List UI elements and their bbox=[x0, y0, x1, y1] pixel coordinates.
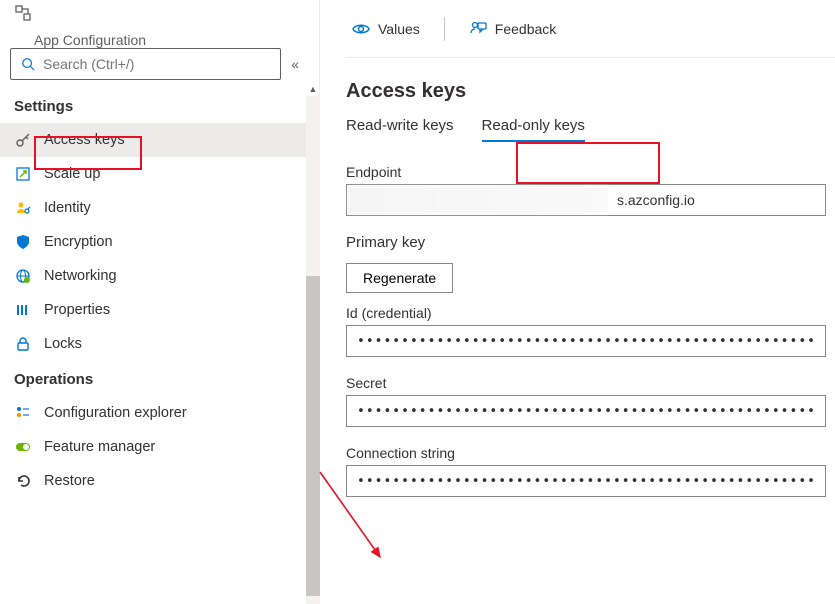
sidebar-item-label: Properties bbox=[44, 302, 110, 318]
scrollbar-thumb[interactable] bbox=[306, 276, 320, 596]
feature-icon bbox=[14, 438, 32, 456]
sidebar-item-encryption[interactable]: Encryption bbox=[0, 225, 319, 259]
restore-icon bbox=[14, 472, 32, 490]
toolbar-feedback[interactable]: Feedback bbox=[463, 16, 562, 42]
endpoint-label: Endpoint bbox=[346, 164, 835, 180]
primary-key-label: Primary key bbox=[346, 234, 835, 251]
resource-header bbox=[0, 0, 319, 32]
masked-value: ••••••••••••••••••••••••••••••••••••••••… bbox=[357, 334, 815, 349]
sidebar-item-label: Restore bbox=[44, 473, 95, 489]
resource-type: App Configuration bbox=[34, 32, 319, 48]
scale-icon bbox=[14, 165, 32, 183]
secret-label: Secret bbox=[346, 375, 835, 391]
endpoint-suffix: s.azconfig.io bbox=[617, 192, 695, 208]
search-input[interactable] bbox=[43, 56, 272, 72]
sidebar-item-restore[interactable]: Restore bbox=[0, 464, 319, 498]
key-icon bbox=[14, 131, 32, 149]
sidebar-item-label: Identity bbox=[44, 200, 91, 216]
sidebar-item-feature-manager[interactable]: Feature manager bbox=[0, 430, 319, 464]
masked-value: ••••••••••••••••••••••••••••••••••••••••… bbox=[357, 474, 815, 489]
key-tabs: Read-write keys Read-only keys bbox=[346, 117, 835, 142]
properties-icon bbox=[14, 301, 32, 319]
toolbar-label: Values bbox=[378, 21, 420, 37]
sidebar-item-config-explorer[interactable]: Configuration explorer bbox=[0, 396, 319, 430]
shield-icon bbox=[14, 233, 32, 251]
feedback-icon bbox=[469, 20, 487, 38]
scrollbar-track[interactable] bbox=[306, 96, 320, 604]
id-label: Id (credential) bbox=[346, 305, 835, 321]
sidebar-item-label: Scale up bbox=[44, 166, 100, 182]
settings-menu: Access keys Scale up Identity Encryption… bbox=[0, 123, 319, 361]
sidebar-item-identity[interactable]: Identity bbox=[0, 191, 319, 225]
toolbar-label: Feedback bbox=[495, 21, 556, 37]
app-config-icon bbox=[14, 4, 32, 22]
identity-icon bbox=[14, 199, 32, 217]
tab-read-write-keys[interactable]: Read-write keys bbox=[346, 117, 454, 142]
tab-read-only-keys[interactable]: Read-only keys bbox=[482, 117, 585, 142]
sidebar-item-properties[interactable]: Properties bbox=[0, 293, 319, 327]
command-bar: Values Feedback bbox=[346, 0, 835, 58]
toolbar-values[interactable]: Values bbox=[346, 16, 426, 42]
sidebar-item-label: Access keys bbox=[44, 132, 125, 148]
sidebar-item-label: Locks bbox=[44, 336, 82, 352]
redacted-region bbox=[348, 186, 608, 214]
conn-label: Connection string bbox=[346, 445, 835, 461]
sidebar-item-label: Networking bbox=[44, 268, 117, 284]
config-icon bbox=[14, 404, 32, 422]
sidebar-item-label: Feature manager bbox=[44, 439, 155, 455]
conn-value[interactable]: ••••••••••••••••••••••••••••••••••••••••… bbox=[346, 465, 826, 497]
search-icon bbox=[19, 55, 37, 73]
scroll-up-arrow[interactable]: ▲ bbox=[306, 82, 320, 96]
collapse-sidebar-button[interactable]: « bbox=[291, 56, 299, 72]
page-title: Access keys bbox=[346, 80, 835, 103]
globe-icon bbox=[14, 267, 32, 285]
section-operations: Operations bbox=[0, 361, 319, 396]
lock-icon bbox=[14, 335, 32, 353]
regenerate-button[interactable]: Regenerate bbox=[346, 263, 453, 293]
search-box[interactable] bbox=[10, 48, 281, 80]
toolbar-divider bbox=[444, 17, 445, 41]
endpoint-value[interactable]: s.azconfig.io bbox=[346, 184, 826, 216]
main-content: Values Feedback Access keys Read-write k… bbox=[320, 0, 835, 604]
sidebar-item-locks[interactable]: Locks bbox=[0, 327, 319, 361]
sidebar-item-networking[interactable]: Networking bbox=[0, 259, 319, 293]
masked-value: ••••••••••••••••••••••••••••••••••••••••… bbox=[357, 404, 815, 419]
operations-menu: Configuration explorer Feature manager R… bbox=[0, 396, 319, 498]
secret-value[interactable]: ••••••••••••••••••••••••••••••••••••••••… bbox=[346, 395, 826, 427]
sidebar: App Configuration « Settings Access keys… bbox=[0, 0, 320, 604]
sidebar-item-label: Configuration explorer bbox=[44, 405, 187, 421]
id-value[interactable]: ••••••••••••••••••••••••••••••••••••••••… bbox=[346, 325, 826, 357]
eye-icon bbox=[352, 20, 370, 38]
section-settings: Settings bbox=[0, 88, 319, 123]
sidebar-item-access-keys[interactable]: Access keys bbox=[0, 123, 319, 157]
sidebar-item-scale-up[interactable]: Scale up bbox=[0, 157, 319, 191]
sidebar-item-label: Encryption bbox=[44, 234, 113, 250]
